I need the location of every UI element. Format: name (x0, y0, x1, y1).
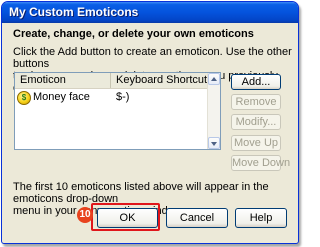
help-button[interactable]: Help (235, 208, 287, 228)
custom-emoticons-dialog: My Custom Emoticons Create, change, or d… (1, 1, 299, 244)
step-number-badge: 10 (77, 207, 93, 223)
chevron-up-icon (211, 77, 217, 81)
emoticon-shortcut: $-) (116, 91, 130, 103)
emoticon-list[interactable]: Emoticon Keyboard Shortcut $ Money face … (14, 72, 221, 150)
add-button[interactable]: Add... (231, 74, 281, 90)
vertical-scrollbar[interactable] (207, 73, 220, 149)
money-face-emoticon-icon: $ (17, 91, 31, 105)
column-header-emoticon[interactable]: Emoticon (15, 73, 111, 88)
emoticon-name: Money face (33, 91, 90, 103)
ok-button-highlight (91, 203, 160, 231)
chevron-down-icon (211, 142, 217, 146)
remove-button[interactable]: Remove (231, 94, 281, 110)
scroll-up-button[interactable] (208, 73, 220, 85)
scroll-down-button[interactable] (208, 137, 220, 149)
cancel-button[interactable]: Cancel (166, 208, 228, 228)
list-header: Emoticon Keyboard Shortcut (15, 73, 207, 89)
move-up-button[interactable]: Move Up (231, 135, 281, 151)
move-down-button[interactable]: Move Down (231, 155, 290, 171)
title-bar[interactable]: My Custom Emoticons (2, 2, 298, 23)
dialog-heading: Create, change, or delete your own emoti… (13, 28, 254, 40)
window-title: My Custom Emoticons (9, 5, 139, 19)
list-item[interactable]: $ Money face $-) (15, 90, 207, 106)
column-header-keyboard-shortcut[interactable]: Keyboard Shortcut (111, 73, 207, 88)
modify-button[interactable]: Modify... (231, 114, 281, 130)
